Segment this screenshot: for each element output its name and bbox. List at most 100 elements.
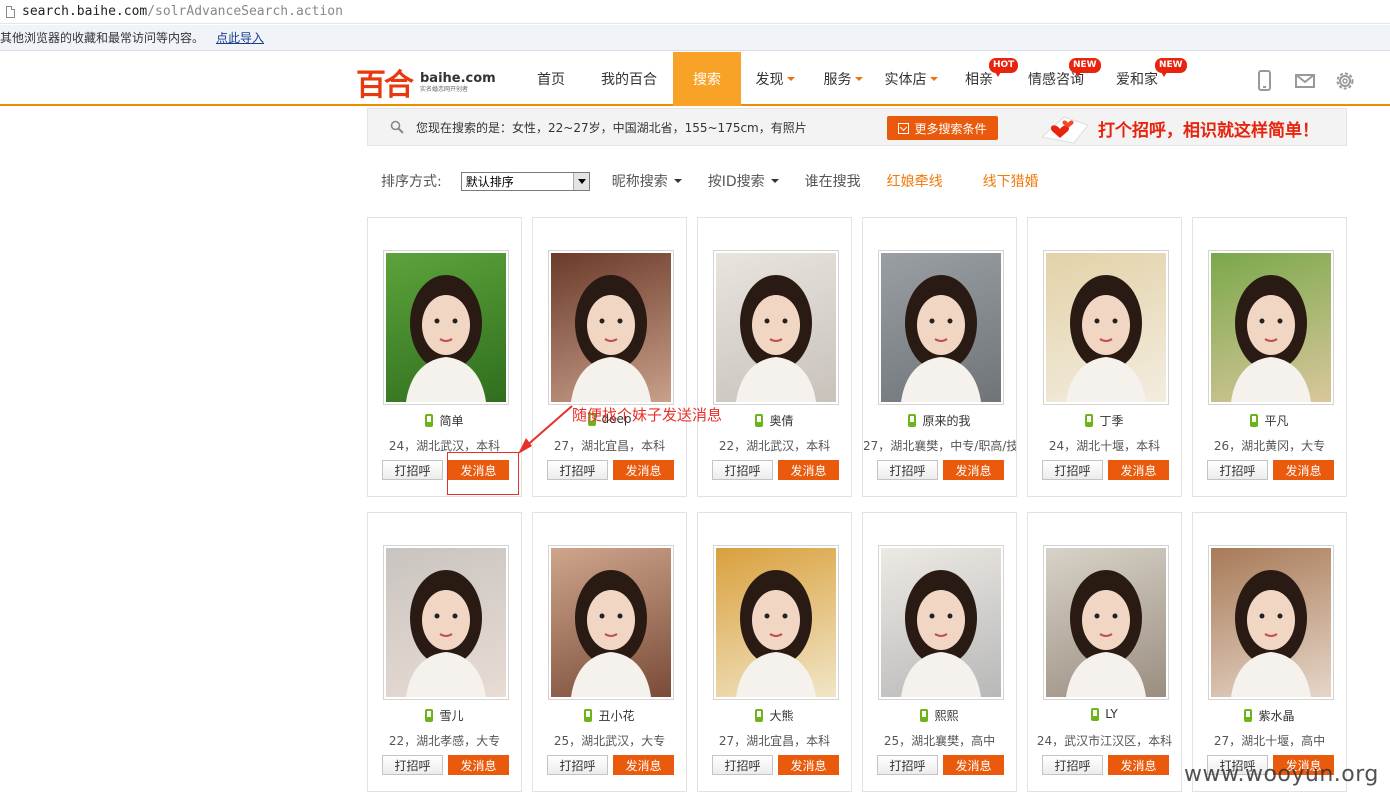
nav-item-8[interactable]: 爱和家 NEW xyxy=(1099,52,1187,106)
profile-nickname[interactable]: 紫水晶 xyxy=(1258,707,1294,724)
sort-label: 排序方式: xyxy=(381,174,442,190)
logo-en: baihe.com 实名婚恋网开创者 xyxy=(420,72,496,93)
send-message-button[interactable]: 发消息 xyxy=(1273,460,1334,480)
greet-button[interactable]: 打招呼 xyxy=(547,460,608,480)
import-bookmarks-link[interactable]: 点此导入 xyxy=(216,29,264,46)
filter-link-0[interactable]: 昵称搜索 xyxy=(612,171,682,191)
profile-nickname[interactable]: 丑小花 xyxy=(598,707,634,724)
greet-button[interactable]: 打招呼 xyxy=(547,755,608,775)
nav-label: 搜索 xyxy=(693,72,721,88)
nav-label: 我的百合 xyxy=(601,72,657,88)
profile-photo[interactable] xyxy=(383,250,509,405)
send-message-button[interactable]: 发消息 xyxy=(778,755,839,775)
filter-link-3[interactable]: 红娘牵线 xyxy=(887,171,943,191)
profile-photo[interactable] xyxy=(713,545,839,700)
address-bar[interactable]: search.baihe.com/solrAdvanceSearch.actio… xyxy=(0,0,1390,24)
profile-nickname[interactable]: 熙熙 xyxy=(934,707,958,724)
profile-photo[interactable] xyxy=(1208,250,1334,405)
nav-item-6[interactable]: 相亲 HOT xyxy=(945,52,1019,106)
promo-text: 打个招呼，相识就这样简单！ xyxy=(1098,120,1319,141)
nav-item-0[interactable]: 首页 xyxy=(517,52,585,106)
sort-select[interactable]: 默认排序 xyxy=(460,171,590,191)
nav-item-4[interactable]: 服务 xyxy=(809,52,877,106)
nav-label: 首页 xyxy=(537,72,565,88)
bookmark-bar: 其他浏览器的收藏和最常访问等内容。 点此导入 xyxy=(0,25,1390,51)
greeting-promo-banner[interactable]: 打个招呼，相识就这样简单！ xyxy=(1038,109,1319,147)
site-header: 百合 baihe.com 实名婚恋网开创者 首页 我的百合 搜索 发现 服务 实体店 相亲 H… xyxy=(0,52,1390,106)
chevron-down-icon xyxy=(929,77,938,81)
send-message-button[interactable]: 发消息 xyxy=(613,460,674,480)
nickname-row: 大熊 xyxy=(698,707,851,724)
nav-badge: NEW xyxy=(1155,58,1187,77)
profile-nickname[interactable]: 平凡 xyxy=(1264,412,1288,429)
profile-photo[interactable] xyxy=(1208,545,1334,700)
send-message-button[interactable]: 发消息 xyxy=(778,460,839,480)
nav-item-2[interactable]: 搜索 xyxy=(673,52,741,106)
mobile-verified-icon xyxy=(755,709,764,722)
profile-nickname[interactable]: 大熊 xyxy=(769,707,793,724)
expand-icon xyxy=(898,122,910,134)
greet-button[interactable]: 打招呼 xyxy=(382,460,443,480)
more-search-conditions-button[interactable]: 更多搜索条件 xyxy=(887,116,998,140)
hearts-icon xyxy=(1040,116,1089,144)
profile-photo[interactable] xyxy=(548,545,674,700)
profile-photo[interactable] xyxy=(713,250,839,405)
mail-icon[interactable] xyxy=(1295,74,1315,88)
greet-button[interactable]: 打招呼 xyxy=(1042,755,1103,775)
profile-nickname[interactable]: 原来的我 xyxy=(922,412,970,429)
profile-photo[interactable] xyxy=(1043,250,1169,405)
profile-photo[interactable] xyxy=(1043,545,1169,700)
profile-nickname[interactable]: 丁季 xyxy=(1099,412,1123,429)
profile-info: 27，湖北襄樊，中专/职高/技校 xyxy=(863,439,1016,453)
nav-label: 相亲 xyxy=(965,72,993,88)
profile-nickname[interactable]: 奥倩 xyxy=(769,412,793,429)
url-text[interactable]: search.baihe.com/solrAdvanceSearch.actio… xyxy=(22,4,343,19)
profile-info: 24，武汉市江汉区，本科 xyxy=(1036,734,1173,748)
send-message-button[interactable]: 发消息 xyxy=(943,460,1004,480)
profile-photo[interactable] xyxy=(878,545,1004,700)
profile-photo[interactable] xyxy=(548,250,674,405)
greet-button[interactable]: 打招呼 xyxy=(1042,460,1103,480)
profile-photo[interactable] xyxy=(878,250,1004,405)
baihe-logo[interactable]: 百合 baihe.com 实名婚恋网开创者 xyxy=(356,60,496,104)
filter-link-4[interactable]: 线下猎婚 xyxy=(983,171,1039,191)
nav-item-5[interactable]: 实体店 xyxy=(877,52,945,106)
greet-button[interactable]: 打招呼 xyxy=(382,755,443,775)
avatar xyxy=(1046,253,1166,402)
filter-link-2[interactable]: 谁在搜我 xyxy=(805,171,861,191)
greet-button[interactable]: 打招呼 xyxy=(877,460,938,480)
profile-card: 紫水晶 27，湖北十堰，高中 打招呼 发消息 xyxy=(1192,512,1347,792)
chevron-down-icon xyxy=(770,179,779,183)
send-message-button[interactable]: 发消息 xyxy=(1108,755,1169,775)
annotation-text: 随便找个妹子发送消息 xyxy=(572,406,723,424)
profile-nickname[interactable]: LY xyxy=(1105,707,1117,721)
greet-button[interactable]: 打招呼 xyxy=(1207,460,1268,480)
send-message-button[interactable]: 发消息 xyxy=(448,755,509,775)
profile-nickname[interactable]: 简单 xyxy=(439,412,463,429)
filter-link-1[interactable]: 按ID搜索 xyxy=(708,171,779,191)
send-message-button[interactable]: 发消息 xyxy=(613,755,674,775)
sort-value: 默认排序 xyxy=(465,174,514,189)
mobile-verified-icon xyxy=(584,709,593,722)
phone-icon[interactable] xyxy=(1258,70,1271,91)
profile-nickname[interactable]: 雪儿 xyxy=(439,707,463,724)
filter-link-label: 按ID搜索 xyxy=(707,174,765,190)
profile-info: 27，湖北十堰，高中 xyxy=(1213,734,1326,748)
profile-photo[interactable] xyxy=(383,545,509,700)
greet-button[interactable]: 打招呼 xyxy=(712,755,773,775)
profile-card: 雪儿 22，湖北孝感，大专 打招呼 发消息 xyxy=(367,512,522,792)
nav-item-7[interactable]: 情感咨询 NEW xyxy=(1013,52,1101,106)
greet-button[interactable]: 打招呼 xyxy=(712,460,773,480)
send-message-button[interactable]: 发消息 xyxy=(1108,460,1169,480)
nav-item-3[interactable]: 发现 xyxy=(741,52,809,106)
avatar xyxy=(386,253,506,402)
mobile-verified-icon xyxy=(1244,709,1253,722)
gear-icon[interactable] xyxy=(1334,70,1356,92)
mobile-verified-icon xyxy=(1091,707,1100,721)
avatar xyxy=(551,548,671,697)
send-message-button[interactable]: 发消息 xyxy=(943,755,1004,775)
chevron-down-icon xyxy=(854,77,863,81)
nickname-row: 紫水晶 xyxy=(1193,707,1346,724)
greet-button[interactable]: 打招呼 xyxy=(877,755,938,775)
nav-item-1[interactable]: 我的百合 xyxy=(585,52,673,106)
